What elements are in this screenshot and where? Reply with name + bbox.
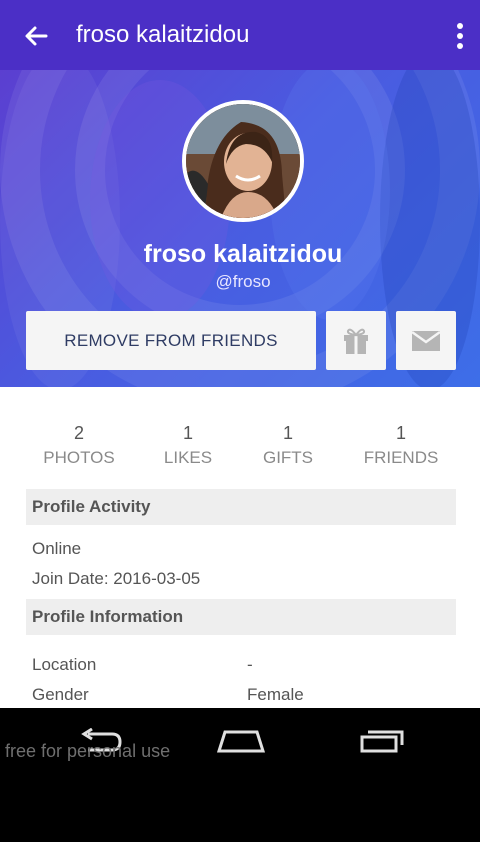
section-header-information: Profile Information (26, 599, 456, 635)
avatar[interactable] (182, 100, 304, 222)
gift-icon (344, 328, 368, 354)
send-message-button[interactable] (396, 311, 456, 370)
back-arrow-icon[interactable] (20, 20, 52, 52)
page-title: froso kalaitzidou (76, 21, 250, 48)
stat-likes[interactable]: 1 LIKES (148, 423, 228, 468)
section-header-activity: Profile Activity (26, 489, 456, 525)
system-nav-bar (0, 708, 480, 842)
profile-handle: @froso (215, 272, 271, 291)
stat-label: FRIENDS (363, 448, 439, 467)
stat-label: GIFTS (262, 448, 314, 467)
stat-photos[interactable]: 2 PHOTOS (34, 423, 124, 468)
stat-gifts[interactable]: 1 GIFTS (248, 423, 328, 468)
location-label: Location (32, 655, 97, 674)
gender-value: Female (247, 685, 304, 704)
app-bar: froso kalaitzidou (0, 0, 480, 70)
stat-count: 2 (73, 423, 84, 443)
stat-label: LIKES (163, 448, 213, 467)
join-date: Join Date: 2016-03-05 (32, 569, 201, 588)
mail-icon (411, 330, 441, 351)
profile-header: froso kalaitzidou @froso REMOVE FROM FRI… (0, 70, 480, 387)
watermark-text: free for personal use (5, 741, 171, 761)
gender-label: Gender (32, 685, 89, 704)
overflow-menu-icon[interactable] (454, 22, 466, 50)
remove-from-friends-button[interactable]: REMOVE FROM FRIENDS (26, 311, 316, 370)
profile-name: froso kalaitzidou (143, 240, 343, 268)
nav-recents-icon[interactable] (360, 728, 406, 754)
section-title: Profile Information (32, 607, 184, 626)
profile-stats: 2 PHOTOS 1 LIKES 1 GIFTS 1 FRIENDS (26, 423, 456, 473)
stat-count: 1 (395, 423, 406, 443)
nav-home-icon[interactable] (217, 728, 265, 754)
activity-status: Online (32, 539, 82, 558)
section-title: Profile Activity (32, 497, 151, 516)
location-value: - (247, 655, 253, 674)
profile-screen: froso kalaitzidou froso kalaitzidou @fro… (0, 0, 480, 708)
send-gift-button[interactable] (326, 311, 386, 370)
stat-label: PHOTOS (43, 448, 115, 467)
stat-count: 1 (282, 423, 293, 443)
stat-count: 1 (182, 423, 193, 443)
stat-friends[interactable]: 1 FRIENDS (356, 423, 446, 468)
